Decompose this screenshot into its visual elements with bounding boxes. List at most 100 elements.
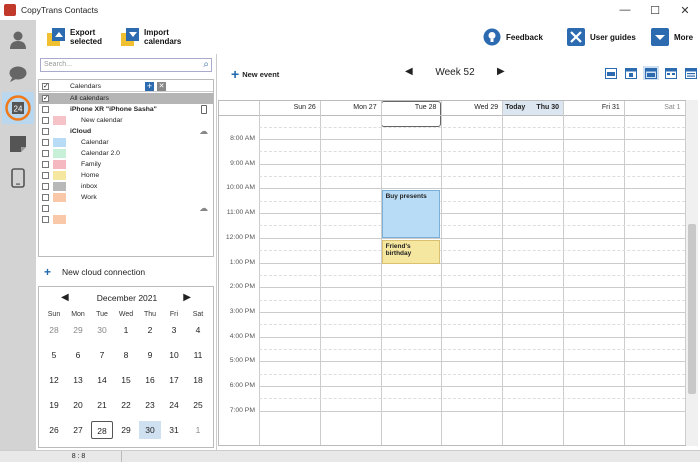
mini-calendar-day[interactable]: 30 (91, 321, 113, 339)
mini-calendar-day[interactable]: 24 (163, 396, 185, 414)
day-header[interactable]: Tue 28 (380, 101, 442, 127)
mini-calendar-day[interactable]: 10 (163, 346, 185, 364)
calendar-list-item[interactable] (39, 214, 213, 225)
calendar-checkbox[interactable] (42, 128, 49, 135)
mini-calendar-day[interactable]: 6 (67, 346, 89, 364)
mini-calendar-day[interactable]: 28 (91, 421, 113, 439)
mini-calendar-day[interactable]: 30 (139, 421, 161, 439)
mini-calendar-day[interactable]: 15 (115, 371, 137, 389)
scrollbar-thumb[interactable] (688, 224, 696, 394)
notes-module-button[interactable] (4, 130, 32, 158)
mini-calendar-day[interactable]: 22 (115, 396, 137, 414)
calendar-list-item[interactable]: Calendar (39, 137, 213, 148)
mini-calendar-day[interactable]: 11 (187, 346, 209, 364)
contacts-module-button[interactable] (4, 26, 32, 54)
device-module-button[interactable] (4, 164, 32, 192)
mini-calendar-day[interactable]: 29 (115, 421, 137, 439)
calendar-checkbox[interactable] (42, 93, 49, 104)
mini-calendar-day[interactable]: 4 (187, 321, 209, 339)
calendar-color-swatch[interactable] (53, 116, 66, 125)
mini-calendar-next-icon[interactable]: ▶ (183, 292, 191, 303)
calendar-checkbox[interactable] (42, 183, 49, 190)
calendar-color-swatch[interactable] (53, 171, 66, 180)
mini-calendar-day[interactable]: 21 (91, 396, 113, 414)
calendar-checkbox[interactable] (42, 194, 49, 201)
calendar-color-swatch[interactable] (53, 149, 66, 158)
day-header[interactable]: Mon 27 (320, 101, 381, 115)
mini-calendar-day[interactable]: 27 (67, 421, 89, 439)
calendar-event[interactable]: Friend's birthday (381, 239, 441, 264)
day-header[interactable]: Sun 26 (259, 101, 320, 115)
calendar-module-button[interactable]: 24 (2, 92, 34, 124)
mini-calendar-day[interactable]: 7 (91, 346, 113, 364)
day-header[interactable]: Wed 29 (441, 101, 502, 115)
new-event-button[interactable]: + New event (231, 66, 279, 82)
mini-calendar-day[interactable]: 20 (67, 396, 89, 414)
calendar-checkbox[interactable] (42, 150, 49, 157)
import-calendars-button[interactable]: Import calendars (120, 25, 181, 49)
mini-calendar-day[interactable]: 23 (139, 396, 161, 414)
view-workweek-icon[interactable] (603, 66, 619, 80)
calendar-checkbox[interactable] (42, 161, 49, 168)
view-week-icon[interactable] (643, 66, 659, 80)
calendar-list-item[interactable]: iPhone XR "iPhone Sasha" (39, 104, 213, 115)
calendar-list-item[interactable]: Home (39, 170, 213, 181)
close-button[interactable]: ✕ (670, 0, 700, 20)
calendar-list-item[interactable]: Calendar 2.0 (39, 148, 213, 159)
calendar-color-swatch[interactable] (53, 182, 66, 191)
mini-calendar-day[interactable]: 1 (115, 321, 137, 339)
view-month-icon[interactable] (663, 66, 679, 80)
mini-calendar-day[interactable]: 9 (139, 346, 161, 364)
mini-calendar-day[interactable]: 19 (43, 396, 65, 414)
minimize-button[interactable]: — (610, 0, 640, 20)
day-header[interactable]: Sat 1 (624, 101, 685, 115)
calendar-list-item[interactable]: All calendars (39, 93, 213, 104)
calendar-list-item[interactable]: Family (39, 159, 213, 170)
new-cloud-connection-button[interactable]: + New cloud connection (38, 264, 214, 280)
mini-calendar-day[interactable]: 1 (187, 421, 209, 439)
mini-calendar-day[interactable]: 17 (163, 371, 185, 389)
calendar-checkbox[interactable] (42, 117, 49, 124)
select-all-checkbox[interactable] (42, 81, 49, 92)
mini-calendar-day[interactable]: 26 (43, 421, 65, 439)
export-selected-button[interactable]: Export selected (46, 25, 102, 49)
mini-calendar-day[interactable]: 3 (163, 321, 185, 339)
calendar-checkbox[interactable] (42, 216, 49, 223)
day-header[interactable]: Fri 31 (563, 101, 624, 115)
calendar-settings-icon[interactable]: ✕ (157, 82, 166, 91)
week-prev-icon[interactable]: ◀ (405, 66, 413, 77)
calendar-checkbox[interactable] (42, 139, 49, 146)
calendar-color-swatch[interactable] (53, 215, 66, 224)
calendar-event[interactable]: Buy presents (381, 190, 441, 239)
mini-calendar-day[interactable]: 29 (67, 321, 89, 339)
calendar-list-item[interactable]: New calendar (39, 115, 213, 126)
calendar-color-swatch[interactable] (53, 138, 66, 147)
view-day-icon[interactable] (623, 66, 639, 80)
mini-calendar-day[interactable]: 16 (139, 371, 161, 389)
more-button[interactable]: More (650, 25, 693, 49)
mini-calendar-day[interactable]: 12 (43, 371, 65, 389)
mini-calendar-day[interactable]: 2 (139, 321, 161, 339)
calendar-list-item[interactable]: Work (39, 192, 213, 203)
mini-calendar-day[interactable]: 25 (187, 396, 209, 414)
calendar-checkbox[interactable] (42, 172, 49, 179)
search-icon[interactable]: ⌕ (203, 59, 209, 70)
calendar-checkbox[interactable] (42, 106, 49, 113)
maximize-button[interactable]: ☐ (640, 0, 670, 20)
calendar-list-item[interactable]: inbox (39, 181, 213, 192)
calendar-list-item[interactable]: ☁ (39, 203, 213, 214)
user-guides-button[interactable]: User guides (566, 25, 636, 49)
calendar-color-swatch[interactable] (53, 193, 66, 202)
calendar-color-swatch[interactable] (53, 160, 66, 169)
day-header-today[interactable]: Today Thu 30 (502, 101, 563, 115)
mini-calendar-day[interactable]: 13 (67, 371, 89, 389)
week-next-icon[interactable]: ▶ (497, 66, 505, 77)
calendar-scrollbar[interactable] (686, 100, 698, 446)
messages-module-button[interactable] (4, 60, 32, 88)
mini-calendar-day[interactable]: 5 (43, 346, 65, 364)
view-list-icon[interactable] (683, 66, 699, 80)
calendar-checkbox[interactable] (42, 205, 49, 212)
mini-calendar-day[interactable]: 8 (115, 346, 137, 364)
mini-calendar-day[interactable]: 18 (187, 371, 209, 389)
calendar-list-item[interactable]: iCloud ☁ (39, 126, 213, 137)
